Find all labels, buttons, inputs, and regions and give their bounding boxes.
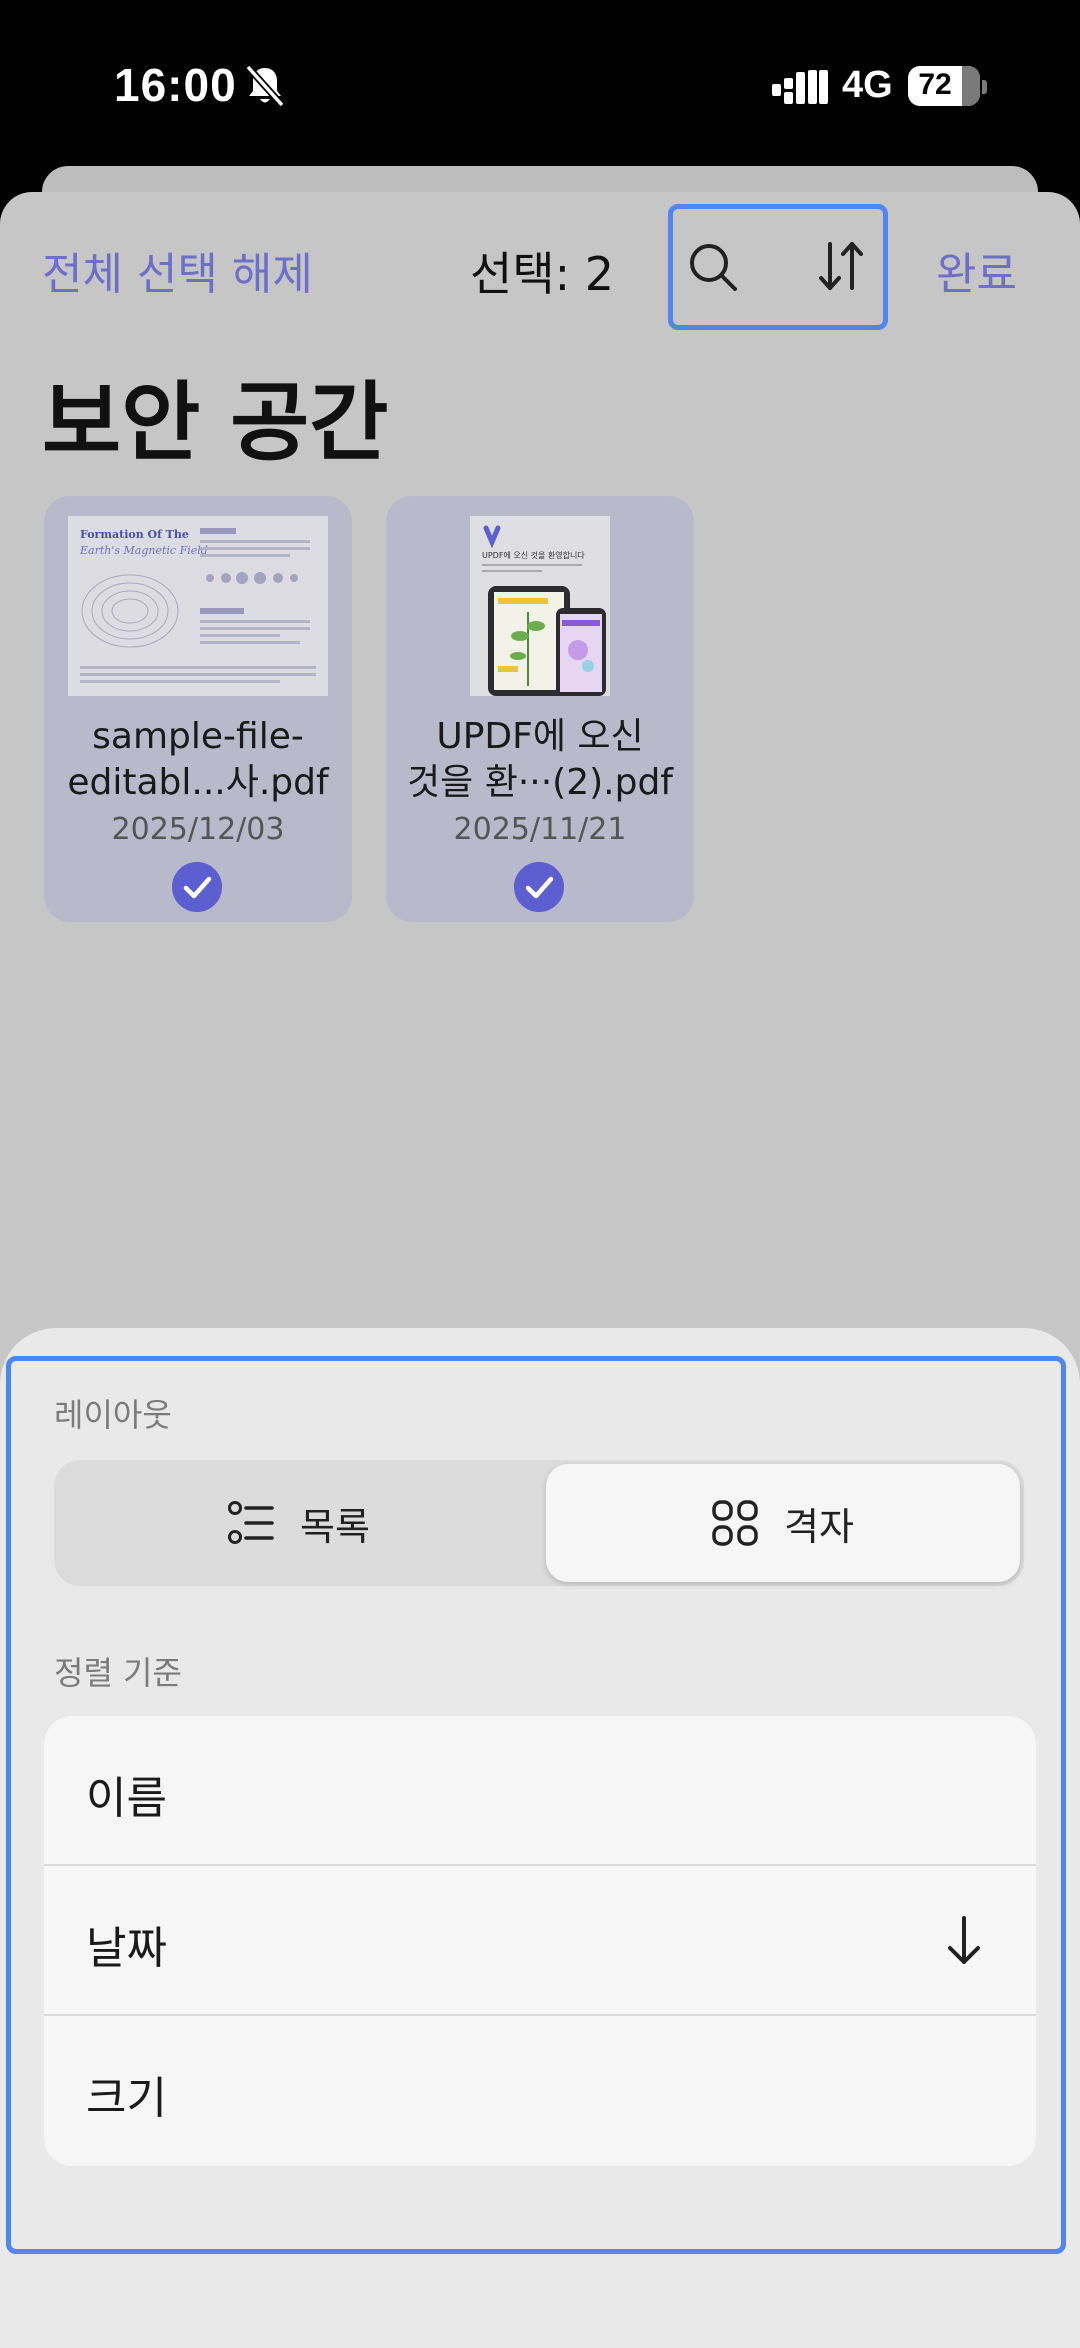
layout-section-label: 레이아웃 bbox=[54, 1396, 172, 1434]
layout-option-label: 목록 bbox=[300, 1504, 370, 1549]
file-thumbnail: UPDF에 오신 것을 환영합니다 bbox=[470, 516, 610, 696]
sort-option-name[interactable]: 이름 bbox=[44, 1716, 1036, 1866]
status-bar: 16:00 4G 72 bbox=[0, 0, 1080, 170]
status-time: 16:00 bbox=[114, 59, 237, 111]
network-type: 4G bbox=[842, 64, 893, 106]
file-card[interactable]: UPDF에 오신 것을 환영합니다 UPDF에 오신 것을 환···(2).pd… bbox=[386, 496, 694, 922]
bell-slash-icon bbox=[245, 64, 285, 108]
thumb-title: Formation Of The bbox=[80, 528, 189, 541]
file-name-line: sample-file- bbox=[92, 716, 304, 757]
arrow-down-icon bbox=[948, 1916, 980, 1964]
selection-count: 선택: 2 bbox=[470, 247, 615, 301]
deselect-all-button[interactable]: 전체 선택 해제 bbox=[42, 238, 313, 302]
thumb-subtitle: Earth's Magnetic Field bbox=[79, 544, 208, 557]
battery-percent: 72 bbox=[918, 68, 952, 101]
search-icon[interactable] bbox=[688, 242, 738, 292]
battery-icon: 72 bbox=[908, 66, 980, 106]
page-title: 보안 공간 bbox=[42, 373, 389, 473]
layout-option-list[interactable]: 목록 bbox=[58, 1464, 540, 1582]
thumb-title: UPDF에 오신 것을 환영합니다 bbox=[482, 550, 585, 560]
layout-option-label: 격자 bbox=[784, 1504, 854, 1549]
checkmark-icon[interactable] bbox=[514, 862, 564, 912]
file-date: 2025/12/03 bbox=[111, 812, 285, 847]
sort-options-list: 이름 날짜 크기 bbox=[44, 1716, 1036, 2166]
file-name: sample-file- editabl...사.pdf bbox=[54, 714, 342, 806]
sort-option-label: 크기 bbox=[86, 2073, 167, 2124]
sort-option-label: 이름 bbox=[86, 1773, 167, 1824]
layout-option-grid[interactable]: 격자 bbox=[546, 1464, 1020, 1582]
cellular-signal-icon bbox=[772, 70, 828, 104]
sort-option-size[interactable]: 크기 bbox=[44, 2016, 1036, 2166]
file-name-line: editabl...사.pdf bbox=[67, 762, 329, 803]
file-name-line: 것을 환···(2).pdf bbox=[407, 762, 673, 803]
file-thumbnail: Formation Of The Earth's Magnetic Field bbox=[68, 516, 328, 696]
grid-icon bbox=[712, 1500, 758, 1546]
sort-icon[interactable] bbox=[818, 238, 864, 294]
sort-section-label: 정렬 기준 bbox=[54, 1654, 182, 1692]
file-name-line: UPDF에 오신 bbox=[436, 716, 644, 757]
file-card[interactable]: Formation Of The Earth's Magnetic Field bbox=[44, 496, 352, 922]
done-button[interactable]: 완료 bbox=[936, 238, 1017, 302]
sort-option-date[interactable]: 날짜 bbox=[44, 1866, 1036, 2016]
checkmark-icon[interactable] bbox=[172, 862, 222, 912]
sort-option-label: 날짜 bbox=[86, 1923, 167, 1974]
list-icon bbox=[228, 1501, 274, 1544]
file-name: UPDF에 오신 것을 환···(2).pdf bbox=[396, 714, 684, 806]
file-date: 2025/11/21 bbox=[453, 812, 627, 847]
